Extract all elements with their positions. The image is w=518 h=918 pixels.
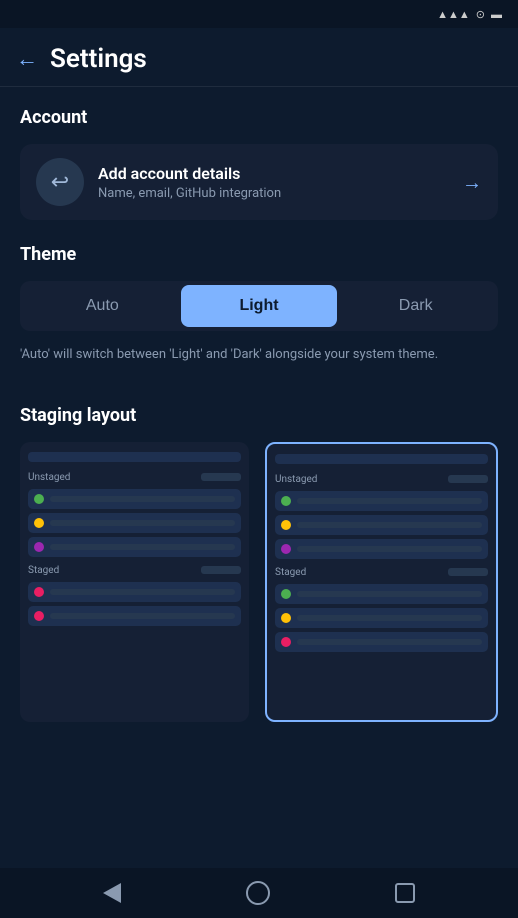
file-dot-pink-2 [34,611,44,621]
theme-toggle: Auto Light Dark [20,281,498,331]
file-bar [297,522,482,528]
theme-section: Theme Auto Light Dark 'Auto' will switch… [0,244,518,385]
theme-auto-button[interactable]: Auto [24,285,181,327]
file-dot-green-3 [281,589,291,599]
back-button[interactable]: ← [16,48,38,70]
layout1-staged-text: Staged [28,565,59,576]
file-dot-purple-2 [281,544,291,554]
account-info: Add account details Name, email, GitHub … [98,164,454,201]
layout1-file-3 [28,537,241,557]
theme-note: 'Auto' will switch between 'Light' and '… [20,345,498,365]
layout1-file-1 [28,489,241,509]
content: Account ↩ Add account details Name, emai… [0,87,518,917]
layout1-staged-file-2 [28,606,241,626]
layout2-staged-file-2 [275,608,488,628]
file-bar [297,546,482,552]
page-title: Settings [50,44,147,74]
bottom-nav [0,868,518,918]
staging-layout-2[interactable]: Unstaged Staged [265,442,498,722]
staging-section: Staging layout Unstaged [0,385,518,722]
back-nav-icon[interactable] [103,883,121,903]
file-dot-purple [34,542,44,552]
file-bar [297,498,482,504]
staging-layouts: Unstaged Staged [20,442,498,722]
layout2-file-1 [275,491,488,511]
account-section: Account ↩ Add account details Name, emai… [0,87,518,220]
account-card-title: Add account details [98,164,454,183]
user-icon: ↩ [51,170,69,195]
signal-icon: ▲▲▲ [437,8,470,21]
layout2-unstaged-text: Unstaged [275,474,317,485]
theme-dark-button[interactable]: Dark [337,285,494,327]
file-dot-green-2 [281,496,291,506]
account-card-subtitle: Name, email, GitHub integration [98,186,454,201]
layout1-staged-bar [201,566,241,574]
avatar: ↩ [36,158,84,206]
layout2-staged-file-3 [275,632,488,652]
file-bar [50,544,235,550]
layout2-staged-text: Staged [275,567,306,578]
theme-light-button[interactable]: Light [181,285,338,327]
layout1-file-2 [28,513,241,533]
account-card[interactable]: ↩ Add account details Name, email, GitHu… [20,144,498,220]
file-dot-pink [34,587,44,597]
layout2-top-bar [275,454,488,464]
battery-icon: ▬ [491,8,502,21]
status-bar: ▲▲▲ ⊙ ▬ [0,0,518,28]
file-dot-pink-3 [281,637,291,647]
layout2-label-bar [448,475,488,483]
layout1-unstaged-label: Unstaged [28,472,241,483]
layout2-staged-label: Staged [275,567,488,578]
account-section-title: Account [20,107,498,128]
file-dot-yellow [34,518,44,528]
file-dot-yellow-3 [281,613,291,623]
layout1-staged-file-1 [28,582,241,602]
file-dot-yellow-2 [281,520,291,530]
file-bar [50,589,235,595]
layout1-top-bar [28,452,241,462]
file-bar [297,591,482,597]
file-bar [50,520,235,526]
file-bar [50,613,235,619]
layout1-unstaged-text: Unstaged [28,472,70,483]
theme-section-title: Theme [20,244,498,265]
recents-nav-icon[interactable] [395,883,415,903]
file-bar [50,496,235,502]
layout2-staged-file-1 [275,584,488,604]
arrow-right-icon: → [462,170,482,195]
layout2-unstaged-label: Unstaged [275,474,488,485]
home-nav-icon[interactable] [246,881,270,905]
file-bar [297,639,482,645]
staging-layout-1[interactable]: Unstaged Staged [20,442,249,722]
layout2-staged-bar [448,568,488,576]
layout2-file-2 [275,515,488,535]
layout1-label-bar [201,473,241,481]
file-dot-green [34,494,44,504]
layout1-staged-label: Staged [28,565,241,576]
header: ← Settings [0,28,518,87]
layout2-file-3 [275,539,488,559]
wifi-icon: ⊙ [476,8,485,21]
file-bar [297,615,482,621]
staging-section-title: Staging layout [20,405,498,426]
